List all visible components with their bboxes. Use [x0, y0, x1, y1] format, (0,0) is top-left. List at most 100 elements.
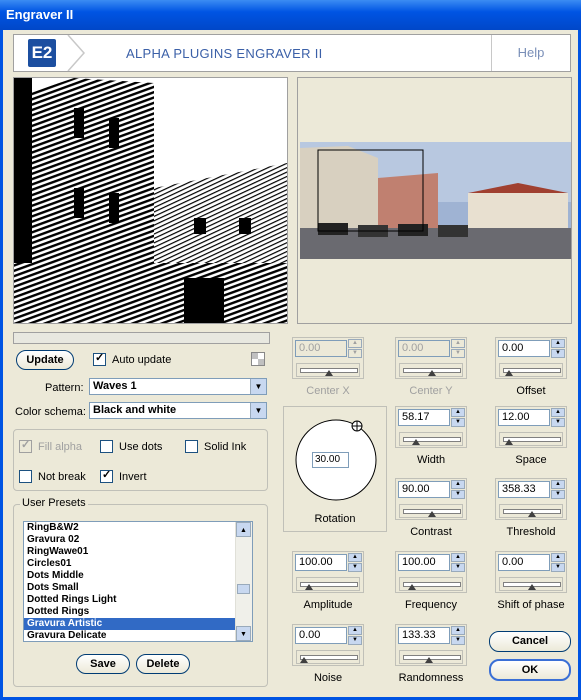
navigator-panel[interactable] — [297, 77, 572, 324]
amplitude-slider[interactable] — [296, 577, 360, 591]
shift-of-phase-control[interactable]: 0.00 ▲ ▼ — [495, 551, 567, 593]
amplitude-spinner[interactable]: ▲ ▼ — [348, 553, 362, 572]
preset-item[interactable]: Gravura 02 — [24, 534, 252, 546]
space-control[interactable]: 12.00 ▲ ▼ — [495, 406, 567, 448]
invert-checkbox[interactable]: ✓ Invert — [100, 469, 147, 483]
offset-spinner[interactable]: ▲ ▼ — [551, 339, 565, 358]
preset-item[interactable]: Gravura Artistic — [24, 618, 252, 630]
width-slider[interactable] — [399, 432, 463, 446]
threshold-slider[interactable] — [499, 504, 563, 518]
preset-item[interactable]: Gravura Delicate — [24, 630, 252, 641]
frequency-input[interactable]: 100.00 — [398, 554, 450, 571]
spin-up-icon[interactable]: ▲ — [348, 626, 362, 635]
randomness-spinner[interactable]: ▲ ▼ — [451, 626, 465, 645]
slider-thumb[interactable] — [528, 584, 536, 590]
spin-down-icon[interactable]: ▼ — [451, 418, 465, 427]
presets-list[interactable]: RingB&W2 Gravura 02 RingWawe01 Circles01 Dot… — [23, 521, 253, 642]
cancel-button[interactable]: Cancel — [489, 631, 571, 652]
amplitude-control[interactable]: 100.00 ▲ ▼ — [292, 551, 364, 593]
amplitude-input[interactable]: 100.00 — [295, 554, 347, 571]
spin-down-icon[interactable]: ▼ — [451, 490, 465, 499]
offset-control[interactable]: 0.00 ▲ ▼ — [495, 337, 567, 379]
spin-down-icon[interactable]: ▼ — [551, 490, 565, 499]
auto-update-box[interactable]: ✓ — [93, 352, 106, 366]
preset-item[interactable]: RingWawe01 — [24, 546, 252, 558]
randomness-slider[interactable] — [399, 650, 463, 664]
preset-item[interactable]: Circles01 — [24, 558, 252, 570]
spin-up-icon[interactable]: ▲ — [551, 408, 565, 417]
frequency-spinner[interactable]: ▲ ▼ — [451, 553, 465, 572]
spin-down-icon[interactable]: ▼ — [451, 563, 465, 572]
space-input[interactable]: 12.00 — [498, 409, 550, 426]
update-button[interactable]: Update — [16, 350, 74, 370]
slider-thumb[interactable] — [504, 439, 513, 445]
spin-up-icon[interactable]: ▲ — [451, 408, 465, 417]
shift-of-phase-input[interactable]: 0.00 — [498, 554, 550, 571]
slider-thumb[interactable] — [428, 511, 436, 517]
scroll-down-icon[interactable]: ▼ — [236, 626, 251, 641]
engraved-preview[interactable] — [13, 77, 288, 324]
spin-up-icon[interactable]: ▲ — [348, 553, 362, 562]
spin-up-icon[interactable]: ▲ — [451, 626, 465, 635]
delete-preset-button[interactable]: Delete — [136, 654, 190, 674]
width-spinner[interactable]: ▲ ▼ — [451, 408, 465, 427]
spin-down-icon[interactable]: ▼ — [551, 349, 565, 358]
save-preset-button[interactable]: Save — [76, 654, 130, 674]
threshold-control[interactable]: 358.33 ▲ ▼ — [495, 478, 567, 520]
width-input[interactable]: 58.17 — [398, 409, 450, 426]
preset-item[interactable]: Dotted Rings Light — [24, 594, 252, 606]
threshold-spinner[interactable]: ▲ ▼ — [551, 480, 565, 499]
contrast-control[interactable]: 90.00 ▲ ▼ — [395, 478, 467, 520]
spin-up-icon[interactable]: ▲ — [551, 339, 565, 348]
solid-ink-box[interactable] — [185, 440, 198, 453]
spin-down-icon[interactable]: ▼ — [551, 418, 565, 427]
help-link[interactable]: Help — [492, 45, 570, 60]
slider-thumb[interactable] — [408, 584, 417, 590]
slider-thumb[interactable] — [504, 370, 513, 376]
rotation-input[interactable]: 30.00 — [312, 452, 349, 468]
noise-slider[interactable] — [296, 650, 360, 664]
color-schema-select[interactable]: Black and white ▼ — [89, 402, 267, 419]
offset-input[interactable]: 0.00 — [498, 340, 550, 357]
contrast-slider[interactable] — [399, 504, 463, 518]
use-dots-checkbox[interactable]: Use dots — [100, 440, 162, 453]
solid-ink-checkbox[interactable]: Solid Ink — [185, 440, 246, 453]
spin-up-icon[interactable]: ▲ — [451, 480, 465, 489]
scroll-thumb[interactable] — [237, 584, 250, 594]
slider-thumb[interactable] — [425, 657, 434, 663]
spin-up-icon[interactable]: ▲ — [551, 553, 565, 562]
width-control[interactable]: 58.17 ▲ ▼ — [395, 406, 467, 448]
offset-slider[interactable] — [499, 363, 563, 377]
preset-item[interactable]: RingB&W2 — [24, 522, 252, 534]
slider-thumb[interactable] — [528, 511, 536, 517]
contrast-spinner[interactable]: ▲ ▼ — [451, 480, 465, 499]
space-spinner[interactable]: ▲ ▼ — [551, 408, 565, 427]
noise-input[interactable]: 0.00 — [295, 627, 347, 644]
rotation-control[interactable]: 30.00 Rotation — [283, 406, 387, 532]
preset-item[interactable]: Dots Small — [24, 582, 252, 594]
noise-control[interactable]: 0.00 ▲ ▼ — [292, 624, 364, 666]
chevron-down-icon[interactable]: ▼ — [250, 379, 266, 394]
frequency-control[interactable]: 100.00 ▲ ▼ — [395, 551, 467, 593]
frequency-slider[interactable] — [399, 577, 463, 591]
space-slider[interactable] — [499, 432, 563, 446]
threshold-input[interactable]: 358.33 — [498, 481, 550, 498]
spin-down-icon[interactable]: ▼ — [348, 563, 362, 572]
noise-spinner[interactable]: ▲ ▼ — [348, 626, 362, 645]
spin-down-icon[interactable]: ▼ — [451, 636, 465, 645]
presets-scrollbar[interactable]: ▲ ▼ — [235, 522, 252, 641]
randomness-control[interactable]: 133.33 ▲ ▼ — [395, 624, 467, 666]
auto-update-checkbox[interactable]: ✓ Auto update — [93, 352, 171, 366]
preset-item[interactable]: Dots Middle — [24, 570, 252, 582]
slider-thumb[interactable] — [412, 439, 421, 445]
scroll-up-icon[interactable]: ▲ — [236, 522, 251, 537]
spin-down-icon[interactable]: ▼ — [348, 636, 362, 645]
spin-down-icon[interactable]: ▼ — [551, 563, 565, 572]
not-break-box[interactable] — [19, 470, 32, 483]
spin-up-icon[interactable]: ▲ — [451, 553, 465, 562]
color-swatch-icon[interactable] — [251, 352, 265, 366]
not-break-checkbox[interactable]: Not break — [19, 470, 86, 483]
contrast-input[interactable]: 90.00 — [398, 481, 450, 498]
shift-of-phase-slider[interactable] — [499, 577, 563, 591]
slider-thumb[interactable] — [300, 657, 309, 663]
